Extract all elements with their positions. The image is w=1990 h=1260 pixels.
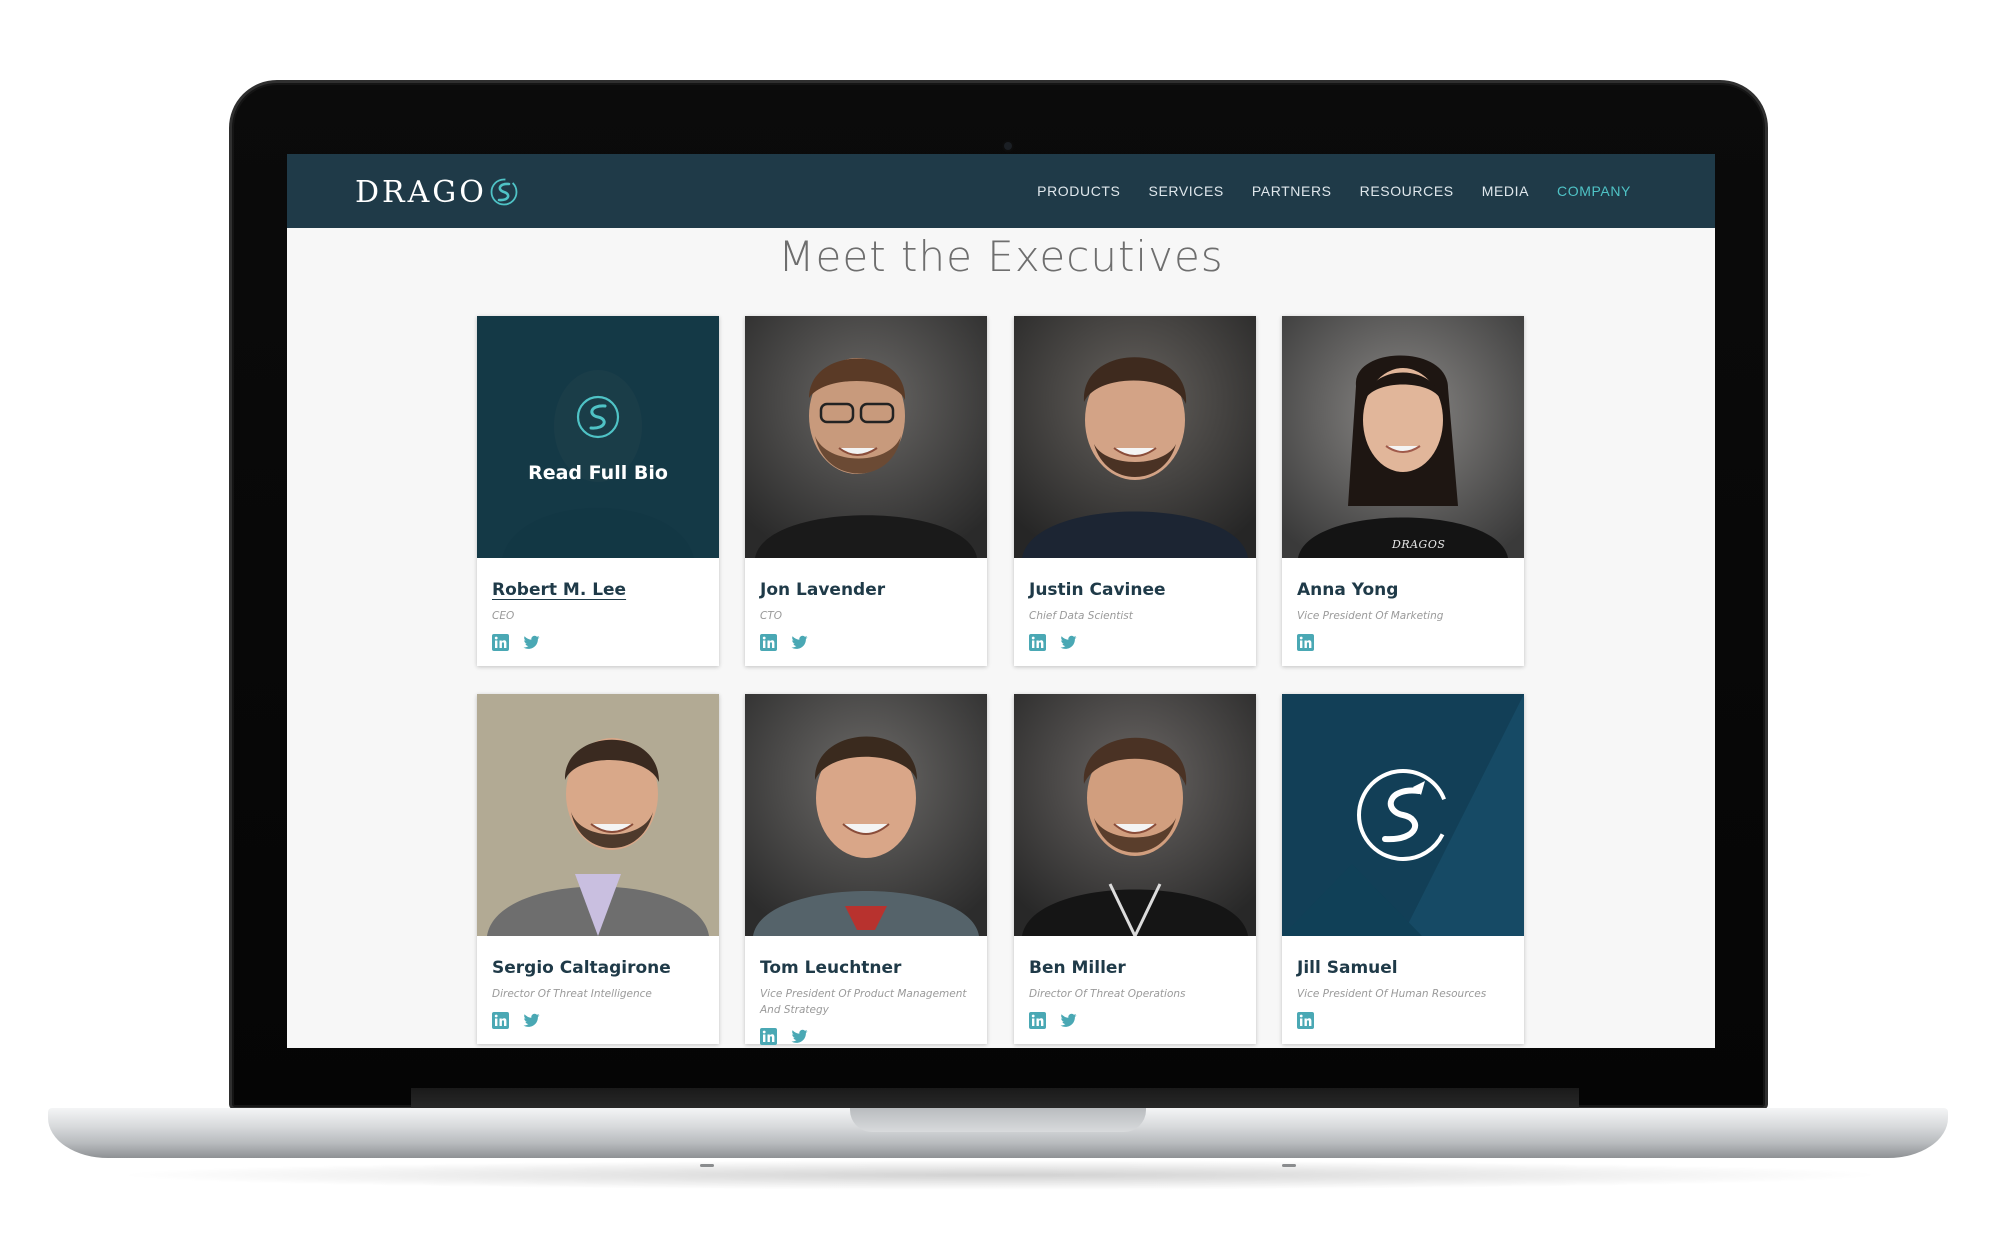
twitter-icon[interactable]: [1060, 634, 1077, 651]
laptop-foot: [700, 1164, 714, 1167]
twitter-icon[interactable]: [523, 634, 540, 651]
executive-photo: Read Full Bio: [477, 316, 719, 558]
laptop-foot: [1282, 1164, 1296, 1167]
executive-photo: [745, 694, 987, 936]
executive-name[interactable]: Justin Cavinee: [1029, 580, 1166, 600]
social-links: [1297, 1012, 1314, 1029]
executive-card[interactable]: Ben Miller Director Of Threat Operations: [1014, 694, 1256, 1044]
linkedin-icon[interactable]: [1297, 1012, 1314, 1029]
executive-card[interactable]: Jill Samuel Vice President Of Human Reso…: [1282, 694, 1524, 1044]
executive-card[interactable]: Jon Lavender CTO: [745, 316, 987, 666]
main-nav: PRODUCTS SERVICES PARTNERS RESOURCES MED…: [1037, 154, 1631, 228]
laptop-notch: [850, 1108, 1146, 1132]
executive-card[interactable]: Sergio Caltagirone Director Of Threat In…: [477, 694, 719, 1044]
nav-company[interactable]: COMPANY: [1557, 183, 1631, 199]
nav-services[interactable]: SERVICES: [1149, 183, 1224, 199]
social-links: [492, 1012, 540, 1029]
linkedin-icon[interactable]: [492, 1012, 509, 1029]
executive-title: CTO: [760, 610, 783, 622]
twitter-icon[interactable]: [791, 634, 808, 651]
nav-media[interactable]: MEDIA: [1482, 183, 1529, 199]
executive-title: Vice President Of Human Resources: [1297, 988, 1487, 1000]
logo-text: DRAGO: [355, 174, 487, 210]
page-title: Meet the Executives: [778, 232, 1224, 281]
linkedin-icon[interactable]: [760, 1028, 777, 1045]
executive-photo: [745, 316, 987, 558]
dragon-s-icon: [1357, 769, 1449, 861]
site-navbar: DRAGO PRODUCTS SERVICES PARTNERS RESOURC…: [287, 154, 1715, 228]
dragos-logo[interactable]: DRAGO: [355, 172, 519, 212]
executive-photo: [477, 694, 719, 936]
executive-title: Director Of Threat Intelligence: [492, 988, 652, 1000]
executive-title: Vice President Of Marketing: [1297, 610, 1444, 622]
executive-name[interactable]: Anna Yong: [1297, 580, 1398, 600]
executive-name[interactable]: Tom Leuchtner: [760, 958, 901, 978]
executive-name[interactable]: Ben Miller: [1029, 958, 1126, 978]
twitter-icon[interactable]: [1060, 1012, 1077, 1029]
laptop-shadow: [110, 1160, 1890, 1190]
shirt-logo: DRAGOS: [1392, 538, 1446, 551]
twitter-icon[interactable]: [523, 1012, 540, 1029]
executive-title: Vice President Of Product Management And…: [760, 988, 967, 1016]
executive-card[interactable]: Read Full Bio Robert M. Lee CEO: [477, 316, 719, 666]
executive-name[interactable]: Jill Samuel: [1297, 958, 1398, 978]
executive-card[interactable]: Justin Cavinee Chief Data Scientist: [1014, 316, 1256, 666]
nav-partners[interactable]: PARTNERS: [1252, 183, 1332, 199]
executive-name[interactable]: Jon Lavender: [760, 580, 885, 600]
linkedin-icon[interactable]: [1029, 634, 1046, 651]
linkedin-icon[interactable]: [760, 634, 777, 651]
executive-name[interactable]: Sergio Caltagirone: [492, 958, 671, 978]
executive-card[interactable]: DRAGOS Anna Yong Vice President Of Marke…: [1282, 316, 1524, 666]
executive-photo-placeholder: [1282, 694, 1524, 936]
linkedin-icon[interactable]: [1029, 1012, 1046, 1029]
social-links: [760, 1028, 808, 1045]
nav-products[interactable]: PRODUCTS: [1037, 183, 1120, 199]
executive-photo: DRAGOS: [1282, 316, 1524, 558]
social-links: [492, 634, 540, 651]
linkedin-icon[interactable]: [1297, 634, 1314, 651]
executive-title: CEO: [492, 610, 515, 622]
dragon-s-icon: [489, 176, 519, 208]
social-links: [1029, 1012, 1077, 1029]
twitter-icon[interactable]: [791, 1028, 808, 1045]
nav-resources[interactable]: RESOURCES: [1360, 183, 1454, 199]
camera-icon: [1004, 142, 1012, 150]
dragon-s-icon: [576, 395, 620, 439]
read-full-bio-link[interactable]: Read Full Bio: [477, 462, 719, 484]
social-links: [1297, 634, 1314, 651]
executive-photo: [1014, 694, 1256, 936]
executive-title: Chief Data Scientist: [1029, 610, 1133, 622]
executive-name[interactable]: Robert M. Lee: [492, 580, 626, 600]
executive-title: Director Of Threat Operations: [1029, 988, 1186, 1000]
browser-screen: DRAGO PRODUCTS SERVICES PARTNERS RESOURC…: [287, 154, 1715, 1048]
social-links: [1029, 634, 1077, 651]
linkedin-icon[interactable]: [492, 634, 509, 651]
social-links: [760, 634, 808, 651]
executive-card[interactable]: Tom Leuchtner Vice President Of Product …: [745, 694, 987, 1045]
laptop-hinge: [411, 1088, 1579, 1110]
executive-photo: [1014, 316, 1256, 558]
